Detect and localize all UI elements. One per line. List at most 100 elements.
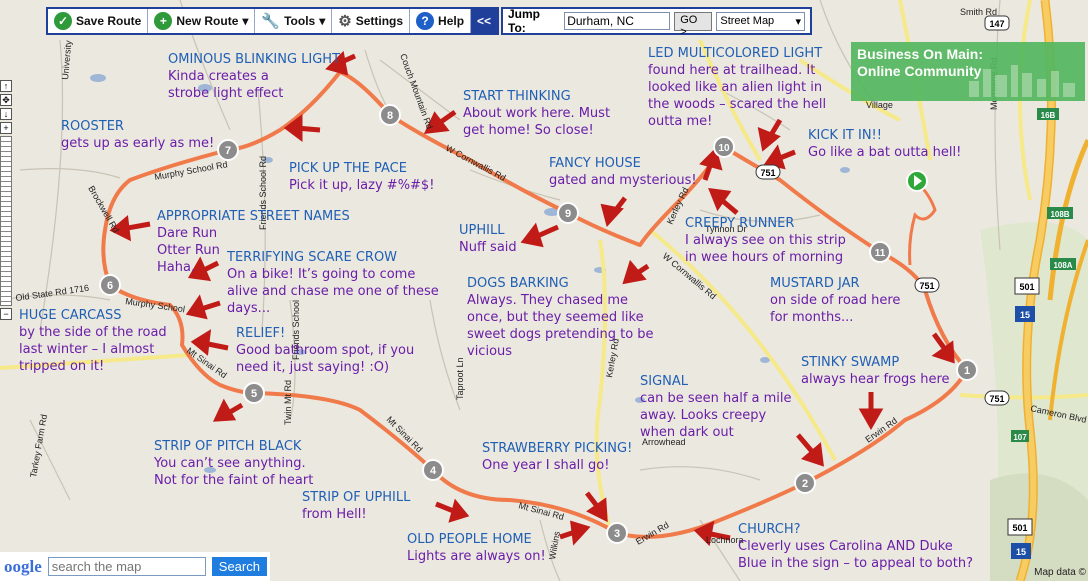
wrench-icon: 🔧: [261, 13, 281, 30]
marker-7[interactable]: 7: [217, 139, 239, 161]
annotation-title: STRAWBERRY PICKING!: [482, 441, 633, 456]
shield-label: 751: [989, 394, 1004, 404]
chevron-down-icon: ▾: [795, 15, 801, 28]
marker-5[interactable]: 5: [243, 382, 265, 404]
annotation-creepy-runner: CREEPY RUNNER I always see on this strip i…: [685, 215, 846, 266]
gear-icon: ⚙: [338, 13, 352, 30]
annotation-text: days...: [227, 301, 271, 316]
annotation-text: Dare Run: [157, 226, 218, 241]
svg-text:10: 10: [718, 143, 730, 154]
search-map-input[interactable]: [47, 557, 206, 576]
marker-10[interactable]: 10: [713, 136, 735, 158]
zoom-slider[interactable]: [0, 136, 12, 306]
annotation-title: MUSTARD JAR: [770, 276, 860, 291]
marker-6[interactable]: 6: [99, 274, 121, 296]
tools-button[interactable]: 🔧 Tools ▾: [255, 9, 333, 33]
help-button[interactable]: ? Help: [410, 9, 472, 33]
annotation-title: CHURCH?: [738, 522, 801, 537]
jump-to-input[interactable]: [564, 12, 671, 30]
annotation-relief: RELIEF! Good bathroom spot, if you need it…: [236, 325, 414, 376]
road-label: Taproot Ln: [455, 357, 465, 400]
annotation-kick-it-in: KICK IT IN!! Go like a bat outta hell!: [808, 127, 961, 161]
pan-up-button[interactable]: ↑: [0, 80, 12, 92]
annotation-text: always hear frogs here: [801, 372, 950, 387]
chevron-down-icon: ▾: [242, 14, 249, 28]
zoom-in-button[interactable]: +: [0, 122, 12, 134]
annotation-text: sweet dogs pretending to be: [467, 327, 654, 342]
annotation-title: CREEPY RUNNER: [685, 216, 795, 231]
annotation-pick-up-pace: PICK UP THE PACE Pick it up, lazy #%#$!: [289, 160, 434, 194]
annotation-text: vicious: [467, 344, 513, 359]
park-area: [990, 473, 1088, 581]
svg-text:4: 4: [430, 465, 437, 477]
annotation-text: alive and chase me one of these: [227, 284, 439, 299]
new-route-button[interactable]: + New Route ▾: [148, 9, 256, 33]
annotation-title: UPHILL: [459, 223, 505, 238]
annotation-pitch-black: STRIP OF PITCH BLACK You can’t see anythi…: [154, 438, 313, 489]
annotation-text: Go like a bat outta hell!: [808, 145, 962, 160]
marker-11[interactable]: 11: [869, 241, 891, 263]
annotation-title: SIGNAL: [640, 374, 689, 389]
shield-label: 16B: [1041, 111, 1056, 120]
annotation-text: get home! So close!: [463, 123, 594, 138]
annotation-title: KICK IT IN!!: [808, 128, 882, 143]
shield-label: 501: [1012, 523, 1027, 533]
annotation-signal: SIGNAL can be seen half a mile away. Looks…: [640, 373, 792, 441]
annotation-title: STINKY SWAMP: [801, 355, 900, 370]
pan-center-button[interactable]: ✥: [0, 94, 12, 106]
map-type-value: Street Map: [720, 15, 775, 27]
marker-8[interactable]: 8: [379, 104, 401, 126]
annotation-strip-uphill: STRIP OF UPHILL from Hell!: [302, 489, 410, 523]
annotation-ominous-light: OMINOUS BLINKING LIGHT Kinda creates a str…: [168, 51, 340, 102]
zoom-out-button[interactable]: −: [0, 308, 12, 320]
marker-4[interactable]: 4: [422, 459, 444, 481]
annotation-start-thinking: START THINKING About work here. Must get h…: [463, 88, 610, 139]
annotation-text: Not for the faint of heart: [154, 473, 314, 488]
annotation-text: in wee hours of morning: [685, 250, 844, 265]
settings-button[interactable]: ⚙ Settings: [332, 9, 411, 33]
annotation-title: START THINKING: [463, 89, 571, 104]
annotation-stinky-swamp: STINKY SWAMP always hear frogs here: [801, 354, 950, 388]
go-button[interactable]: GO >: [674, 11, 713, 38]
tools-label: Tools: [284, 14, 316, 28]
start-marker[interactable]: [906, 170, 928, 192]
shield-label: 108A: [1053, 261, 1072, 270]
annotation-title: LED MULTICOLORED LIGHT: [648, 46, 823, 61]
save-route-label: Save Route: [76, 14, 142, 28]
annotation-text: One year I shall go!: [482, 458, 610, 473]
annotation-text: once, but they seemed like: [467, 310, 644, 325]
shield-label: 147: [989, 19, 1004, 29]
jump-to-bar: Jump To: GO > Street Map ▾: [501, 7, 812, 38]
map-type-select[interactable]: Street Map ▾: [716, 11, 805, 31]
annotation-title: DOGS BARKING: [467, 276, 569, 291]
annotation-text: Lights are always on!: [407, 549, 546, 564]
business-ad-banner[interactable]: Business On Main: Online Community: [851, 42, 1085, 101]
annotation-title: FANCY HOUSE: [549, 156, 641, 171]
new-route-label: New Route: [176, 14, 239, 28]
annotation-text: Always. They chased me: [467, 293, 629, 308]
marker-2[interactable]: 2: [794, 472, 816, 494]
save-route-button[interactable]: ✓ Save Route: [48, 9, 149, 33]
search-button[interactable]: Search: [211, 557, 267, 576]
annotation-title: STRIP OF UPHILL: [302, 490, 411, 505]
svg-text:6: 6: [107, 280, 113, 292]
shield-label: 751: [760, 168, 775, 178]
annotation-text: by the side of the road: [19, 325, 167, 340]
annotation-strawberry: STRAWBERRY PICKING! One year I shall go!: [482, 440, 632, 474]
map-data-credit: Map data ©: [1034, 567, 1086, 578]
collapse-toolbar-button[interactable]: <<: [471, 9, 498, 33]
annotation-title: ROOSTER: [61, 119, 124, 134]
marker-1[interactable]: 1: [956, 359, 978, 381]
marker-3[interactable]: 3: [606, 522, 628, 544]
svg-text:9: 9: [565, 208, 571, 220]
shield-label: 108B: [1050, 210, 1069, 219]
annotation-text: found here at trailhead. It: [648, 63, 816, 78]
svg-text:2: 2: [802, 478, 808, 490]
svg-text:3: 3: [614, 528, 620, 540]
annotation-text: gets up as early as me!: [61, 136, 215, 151]
annotation-text: On a bike! It’s going to come: [227, 267, 416, 282]
pan-down-button[interactable]: ↓: [0, 108, 12, 120]
annotation-title: STRIP OF PITCH BLACK: [154, 439, 302, 454]
marker-9[interactable]: 9: [557, 202, 579, 224]
annotation-text: on side of road here: [770, 293, 901, 308]
